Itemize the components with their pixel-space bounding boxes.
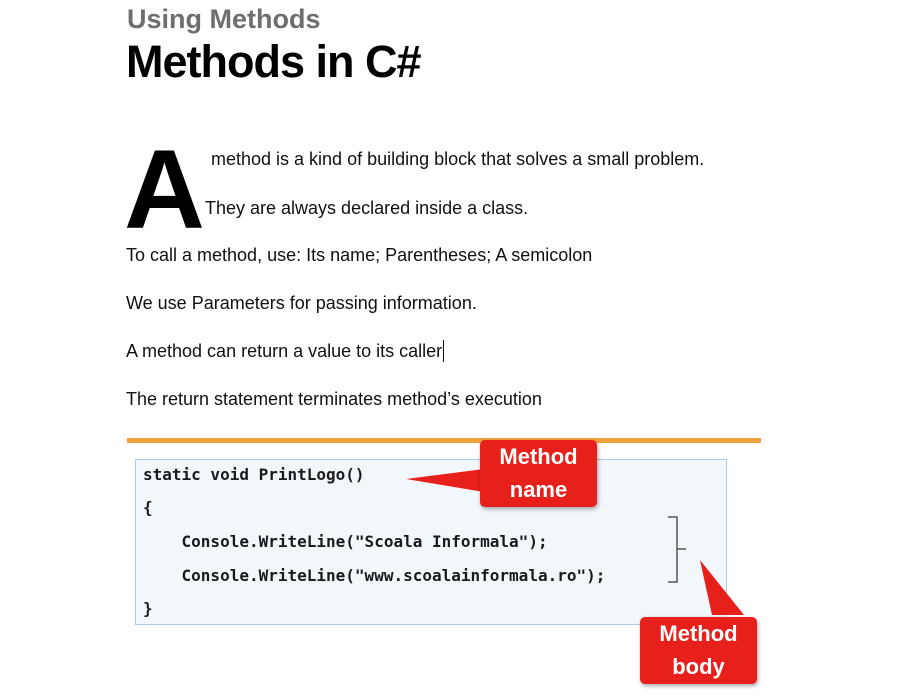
method-body-callout-line-1: Method	[659, 621, 738, 646]
text-cursor	[443, 340, 445, 362]
slide-title: Methods in C#	[126, 36, 422, 87]
method-name-callout-line-1: Method	[499, 444, 578, 469]
text-line-4: We use Parameters for passing informatio…	[126, 293, 477, 313]
code-line-4: Console.WriteLine("www.scoalainformala.r…	[143, 566, 606, 585]
method-body-callout: Method body	[640, 617, 757, 684]
slide-subtitle: Using Methods	[127, 4, 321, 34]
orange-divider	[127, 438, 761, 443]
code-line-1: static void PrintLogo()	[143, 465, 365, 484]
method-name-callout: Method name	[480, 440, 597, 507]
method-name-callout-line-2: name	[509, 477, 568, 502]
code-line-3: Console.WriteLine("Scoala Informala");	[143, 532, 548, 551]
code-line-2: {	[143, 498, 153, 517]
text-line-5[interactable]: A method can return a value to its calle…	[126, 340, 445, 362]
method-body-callout-line-2: body	[672, 654, 725, 679]
drop-cap: A	[124, 127, 205, 252]
text-line-2: They are always declared inside a class.	[205, 198, 529, 218]
code-line-5: }	[143, 599, 153, 618]
text-line-5-text: A method can return a value to its calle…	[126, 341, 443, 361]
text-line-1: method is a kind of building block that …	[211, 149, 705, 169]
text-line-3: To call a method, use: Its name; Parenth…	[126, 245, 593, 265]
text-line-6: The return statement terminates method’s…	[126, 389, 542, 409]
